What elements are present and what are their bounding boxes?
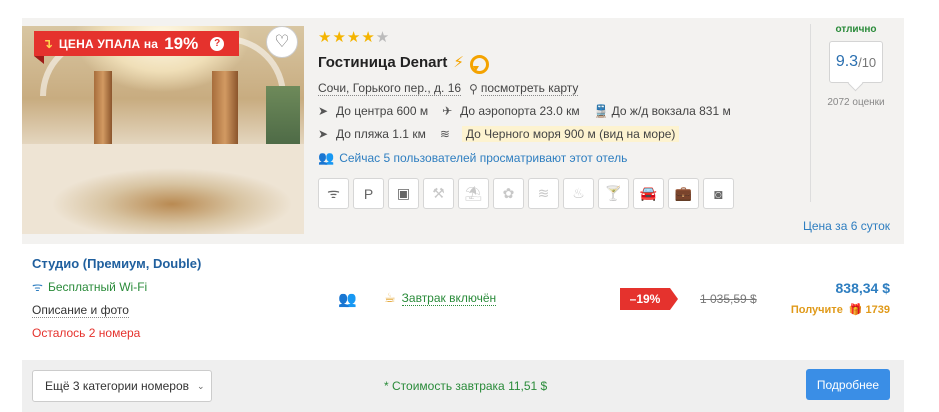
wifi-icon: ᯤ <box>32 280 43 294</box>
discount-badge: –19% <box>620 288 678 310</box>
rating-word: отлично <box>835 24 877 35</box>
parking-icon[interactable]: P <box>353 178 384 209</box>
rooms-left: Осталось 2 номера <box>32 326 141 340</box>
safe-icon[interactable]: ▣ <box>388 178 419 209</box>
pool-icon[interactable]: ≋ <box>528 178 559 209</box>
distance-station-text: До ж/д вокзала 831 м <box>611 104 731 118</box>
divider <box>810 24 811 202</box>
room-offer: Студио (Премиум, Double) ᯤ Бесплатный Wi… <box>22 244 904 360</box>
distance-beach: ➤ До пляжа 1.1 км <box>318 127 426 141</box>
waves-icon: ≋ <box>439 127 450 141</box>
free-wifi: ᯤ Бесплатный Wi-Fi <box>32 278 147 295</box>
breakfast-text[interactable]: Завтрак включён <box>401 291 497 306</box>
address-row: Сочи, Горького пер., д. 16 ⚲ посмотреть … <box>318 81 798 96</box>
navigation-arrow-icon: ➤ <box>318 104 329 118</box>
users-icon: 👥 <box>318 150 335 165</box>
bonus-value: 1739 <box>865 303 890 316</box>
price-drop-percent: 19% <box>164 33 199 53</box>
more-categories-label: Ещё 3 категории номеров <box>45 379 189 393</box>
description-link[interactable]: Описание и фото <box>32 303 129 318</box>
gift-icon: 🎁 <box>848 304 863 316</box>
lightning-icon: ⚡ <box>453 54 464 71</box>
stars-empty: ★ <box>375 29 391 46</box>
distance-beach-text: До пляжа 1.1 км <box>336 127 426 141</box>
distance-airport: ✈ До аэропорта 23.0 км <box>442 104 580 118</box>
hotel-name-text[interactable]: Гостиница Denart <box>318 54 447 71</box>
beach-arrow-icon: ➤ <box>318 127 329 141</box>
address-text: Сочи, Горького пер., д. 16 <box>318 81 462 96</box>
distance-row-2: ➤ До пляжа 1.1 км ≋ До Черного моря 900 м… <box>318 126 798 142</box>
beach-icon[interactable]: ⛱ <box>458 178 489 209</box>
question-icon[interactable]: ? <box>210 36 225 51</box>
taxi-icon[interactable]: 🚘 <box>633 178 664 209</box>
laundry-icon[interactable]: ◙ <box>703 178 734 209</box>
business-icon[interactable]: 💼 <box>668 178 699 209</box>
room-title[interactable]: Студио (Премиум, Double) <box>32 256 201 271</box>
gym-icon[interactable]: ⚒ <box>423 178 454 209</box>
reviews-count[interactable]: 2072 оценки <box>816 97 896 108</box>
more-room-categories-dropdown[interactable]: Ещё 3 категории номеров ⌄ <box>32 370 212 402</box>
rating-score: 9.3/10 <box>829 41 883 83</box>
hotel-name[interactable]: Гостиница Denart ⚡ <box>318 53 798 74</box>
distance-airport-text: До аэропорта 23.0 км <box>460 104 580 118</box>
coffee-cup-icon: ☕ <box>384 290 396 305</box>
free-wifi-text: Бесплатный Wi-Fi <box>47 279 148 294</box>
hotel-card: ♡ ★★★★★ Гостиница Denart ⚡ Сочи, Горьког… <box>22 18 904 412</box>
train-icon: 🚆 <box>593 104 609 118</box>
viewers-notice: 👥 Сейчас 5 пользователей просматривают э… <box>318 150 798 166</box>
details-button[interactable]: Подробнее <box>806 369 890 400</box>
price-drop-badge: ↴ ЦЕНА УПАЛА на 19% ? <box>34 31 239 56</box>
plane-icon: ✈ <box>442 104 453 118</box>
map-pin-icon: ⚲ <box>469 81 478 96</box>
hotel-photo[interactable] <box>22 26 304 234</box>
distance-center: ➤ До центра 600 м <box>318 104 428 118</box>
breakfast-cost-note: * Стоимость завтрака 11,51 $ <box>384 379 548 393</box>
down-arrow-icon: ↴ <box>42 35 53 51</box>
viewers-text: Сейчас 5 пользователей просматривают это… <box>339 151 628 165</box>
amenities-list: ᯤ P ▣ ⚒ ⛱ ✿ ≋ ♨ 🍸 🚘 💼 ◙ <box>318 178 798 209</box>
distance-sea: До Черного моря 900 м (вид на море) <box>461 126 680 142</box>
price-period: Цена за 6 суток <box>803 219 890 233</box>
price-drop-text: ЦЕНА УПАЛА на <box>58 36 159 51</box>
card-footer: Ещё 3 категории номеров ⌄ * Стоимость за… <box>22 360 904 412</box>
breakfast-included[interactable]: ☕ Завтрак включён <box>384 290 497 306</box>
rating-block[interactable]: отлично 9.3/10 2072 оценки <box>816 24 896 108</box>
chevron-down-icon: ⌄ <box>197 380 205 391</box>
hotel-info: ★★★★★ Гостиница Denart ⚡ Сочи, Горького … <box>318 28 798 209</box>
bonus-label: Получите <box>790 303 843 316</box>
show-map-link[interactable]: посмотреть карту <box>480 81 579 96</box>
star-rating: ★★★★★ <box>318 28 798 46</box>
stars-filled: ★★★★ <box>318 29 376 46</box>
bar-icon[interactable]: 🍸 <box>598 178 629 209</box>
distance-sea-text: До Черного моря 900 м (вид на море) <box>465 127 676 141</box>
rating-score-value: 9.3 <box>835 53 859 70</box>
bonus-points[interactable]: Получите 🎁 1739 <box>790 303 890 317</box>
medal-icon <box>469 54 489 74</box>
two-guests-icon: 👥 <box>338 291 357 308</box>
distance-station: 🚆 До ж/д вокзала 831 м <box>594 104 731 118</box>
distance-row-1: ➤ До центра 600 м ✈ До аэропорта 23.0 км 🚆… <box>318 104 798 118</box>
favorite-heart-icon[interactable]: ♡ <box>266 26 298 58</box>
distance-center-text: До центра 600 м <box>336 104 429 118</box>
old-price: 1 035,59 $ <box>700 292 757 306</box>
rating-score-max: /10 <box>858 54 877 70</box>
current-price: 838,34 $ <box>835 280 891 296</box>
wifi-icon[interactable]: ᯤ <box>318 178 349 209</box>
spa-icon[interactable]: ✿ <box>493 178 524 209</box>
sauna-icon[interactable]: ♨ <box>563 178 594 209</box>
